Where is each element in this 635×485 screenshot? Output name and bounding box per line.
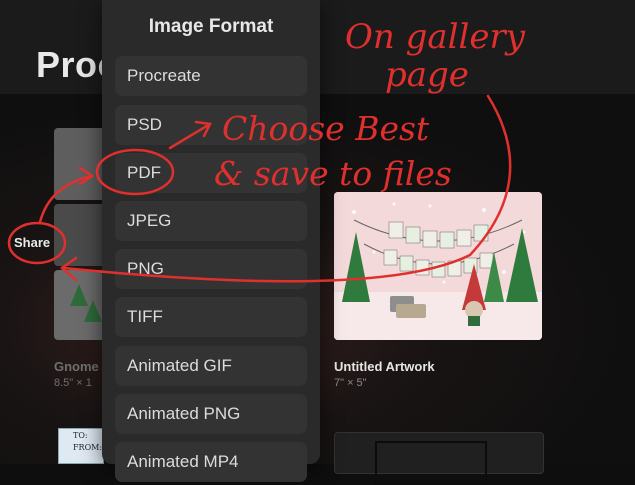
thumb-text: TO:: [73, 431, 88, 440]
image-format-popover: Image Format Procreate PSD PDF JPEG PNG …: [102, 0, 320, 482]
popover-title: Image Format: [148, 16, 274, 37]
frame-border: [375, 441, 487, 485]
format-option-animated-mp4[interactable]: Animated MP4: [115, 442, 307, 482]
thumb-text: FROM:: [73, 443, 103, 452]
format-option-animated-png[interactable]: Animated PNG: [115, 394, 307, 434]
artwork-title: Gnome: [54, 359, 99, 374]
christmas-artwork-image: [334, 192, 542, 340]
artwork-thumbnail[interactable]: [334, 432, 544, 485]
artwork-thumbnail[interactable]: [334, 192, 542, 340]
artwork-size: 8.5" × 1: [54, 377, 92, 389]
artwork-thumbnail[interactable]: TO: FROM:: [58, 428, 104, 464]
share-button[interactable]: Share: [14, 235, 50, 250]
tree-icon: [84, 300, 102, 322]
format-option-pdf[interactable]: PDF: [115, 153, 307, 193]
format-option-psd[interactable]: PSD: [115, 105, 307, 145]
format-option-png[interactable]: PNG: [115, 249, 307, 289]
format-option-jpeg[interactable]: JPEG: [115, 201, 307, 241]
format-option-animated-gif[interactable]: Animated GIF: [115, 346, 307, 386]
artwork-size: 7" × 5": [334, 377, 367, 389]
format-option-tiff[interactable]: TIFF: [115, 297, 307, 337]
format-option-procreate[interactable]: Procreate: [115, 56, 307, 96]
artwork-title: Untitled Artwork: [334, 359, 435, 374]
